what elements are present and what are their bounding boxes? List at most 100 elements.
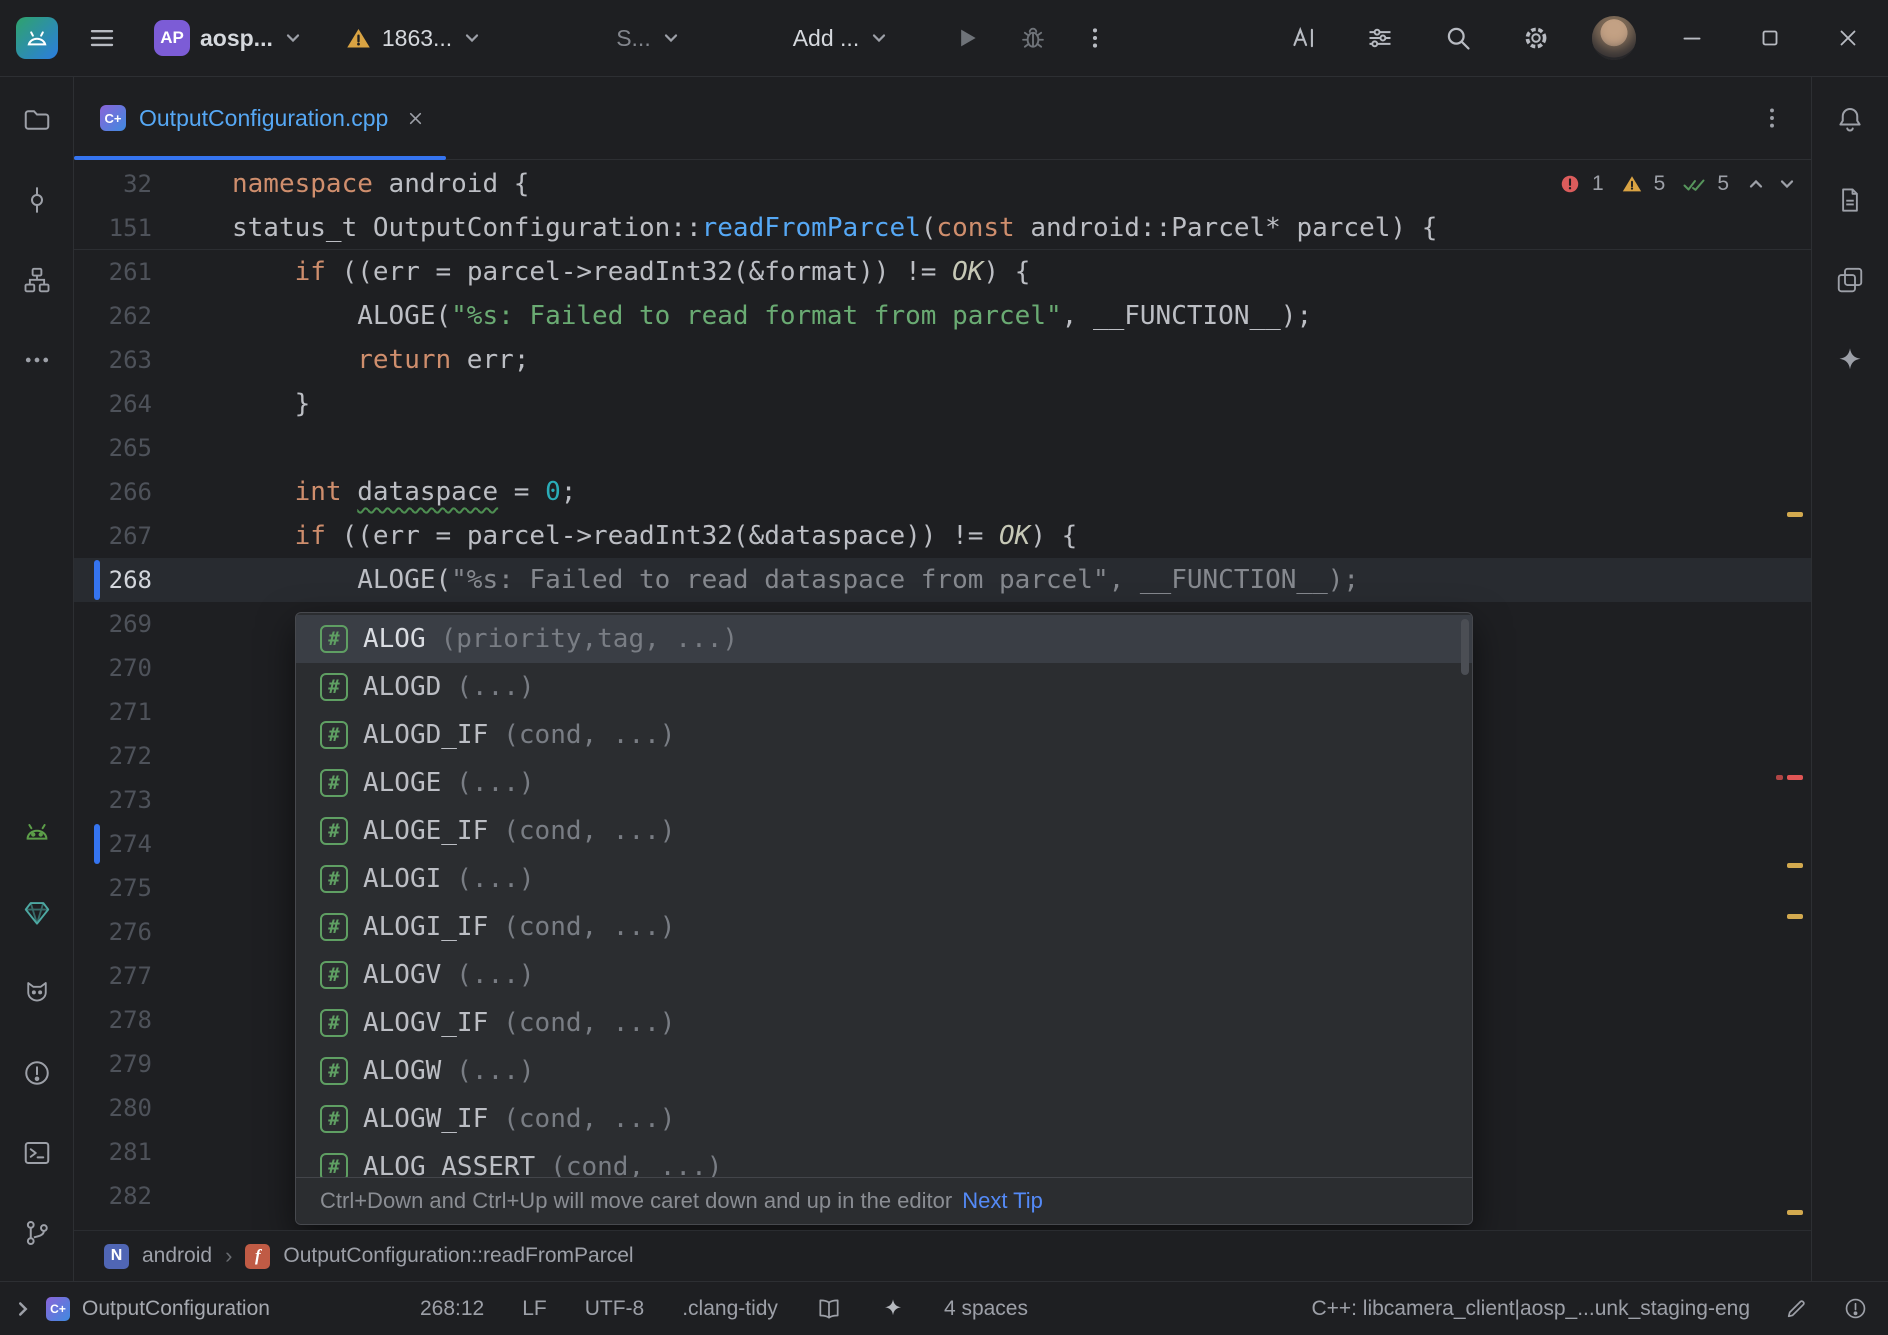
completion-item[interactable]: #ALOGI(...) — [296, 855, 1472, 903]
project-toolwindow-button[interactable] — [15, 98, 59, 142]
gutter[interactable]: 262 — [74, 294, 232, 338]
code-line[interactable]: 32namespace android { — [74, 162, 1811, 206]
code-line[interactable]: 151status_t OutputConfiguration::readFro… — [74, 206, 1811, 250]
code-line[interactable]: 261 if ((err = parcel->readInt32(&format… — [74, 250, 1811, 294]
gutter[interactable]: 265 — [74, 426, 232, 470]
settings-button[interactable] — [1514, 16, 1558, 60]
indent-indicator[interactable]: 4 spaces — [944, 1297, 1028, 1321]
gutter[interactable]: 280 — [74, 1086, 232, 1130]
chevron-up-icon[interactable] — [1746, 174, 1766, 194]
search-everywhere-button[interactable] — [1436, 16, 1480, 60]
completion-item[interactable]: #ALOGE(...) — [296, 759, 1472, 807]
gutter[interactable]: 270 — [74, 646, 232, 690]
caret-position[interactable]: 268:12 — [420, 1297, 484, 1321]
tab-close-icon[interactable] — [405, 108, 426, 129]
stripe-warning-mark[interactable] — [1787, 914, 1803, 919]
gutter[interactable]: 276 — [74, 910, 232, 954]
pencil-icon[interactable] — [1784, 1296, 1809, 1321]
run-button[interactable] — [945, 16, 989, 60]
stripe-error-mark[interactable] — [1787, 775, 1803, 780]
more-toolwindows-button[interactable] — [15, 338, 59, 382]
completion-item[interactable]: #ALOG_ASSERT(cond, ...) — [296, 1143, 1472, 1177]
project-widget[interactable]: AP aosp... — [146, 14, 311, 62]
minimize-button[interactable] — [1670, 16, 1714, 60]
popup-scrollbar[interactable] — [1461, 619, 1469, 675]
code-line[interactable]: 264 } — [74, 382, 1811, 426]
gutter[interactable]: 264 — [74, 382, 232, 426]
completion-item[interactable]: #ALOGD(...) — [296, 663, 1472, 711]
gutter[interactable]: 261 — [74, 250, 232, 294]
completion-item[interactable]: #ALOGD_IF(cond, ...) — [296, 711, 1472, 759]
android-toolwindow-button[interactable] — [15, 811, 59, 855]
main-menu-hamburger-icon[interactable] — [80, 16, 124, 60]
encoding-indicator[interactable]: UTF-8 — [585, 1297, 645, 1321]
alert-circle-icon[interactable] — [1843, 1296, 1868, 1321]
completion-item[interactable]: #ALOGI_IF(cond, ...) — [296, 903, 1472, 951]
gutter[interactable]: 279 — [74, 1042, 232, 1086]
tab-options-button[interactable] — [1759, 105, 1785, 131]
gem-toolwindow-button[interactable] — [15, 891, 59, 935]
code-line[interactable]: 266 int dataspace = 0; — [74, 470, 1811, 514]
problems-toolwindow-button[interactable] — [15, 1051, 59, 1095]
vcs-branch-widget[interactable]: 1863... — [337, 14, 490, 62]
gutter[interactable]: 267 — [74, 514, 232, 558]
gutter[interactable]: 32 — [74, 162, 232, 206]
code-editor[interactable]: 32namespace android {151status_t OutputC… — [74, 160, 1811, 1230]
notifications-button[interactable] — [1828, 98, 1872, 142]
logcat-toolwindow-button[interactable] — [15, 971, 59, 1015]
status-file-name[interactable]: OutputConfiguration — [82, 1297, 270, 1321]
gutter[interactable]: 273 — [74, 778, 232, 822]
gutter[interactable]: 281 — [74, 1130, 232, 1174]
structure-toolwindow-button[interactable] — [15, 258, 59, 302]
code-line[interactable]: 268 ALOGE("%s: Failed to read dataspace … — [74, 558, 1811, 602]
stripe-warning-mark[interactable] — [1787, 863, 1803, 868]
commit-toolwindow-button[interactable] — [15, 178, 59, 222]
maximize-button[interactable] — [1748, 16, 1792, 60]
code-line[interactable]: 267 if ((err = parcel->readInt32(&datasp… — [74, 514, 1811, 558]
gutter[interactable]: 271 — [74, 690, 232, 734]
breadcrumb-item-namespace[interactable]: android — [142, 1244, 212, 1268]
gutter[interactable]: 278 — [74, 998, 232, 1042]
gutter[interactable]: 266 — [74, 470, 232, 514]
version-control-toolwindow-button[interactable] — [15, 1211, 59, 1255]
gutter[interactable]: 268 — [74, 558, 232, 602]
ai-sparkle-icon[interactable] — [880, 1296, 906, 1322]
run-configuration-selector[interactable]: Add ... — [785, 14, 897, 62]
completion-item[interactable]: #ALOGE_IF(cond, ...) — [296, 807, 1472, 855]
completion-item[interactable]: #ALOGW(...) — [296, 1047, 1472, 1095]
code-line[interactable]: 265 — [74, 426, 1811, 470]
completion-item[interactable]: #ALOGV_IF(cond, ...) — [296, 999, 1472, 1047]
chevron-down-icon[interactable] — [1777, 174, 1797, 194]
reader-mode-book-icon[interactable] — [816, 1296, 842, 1322]
gutter[interactable]: 282 — [74, 1174, 232, 1218]
gutter[interactable]: 272 — [74, 734, 232, 778]
gutter[interactable]: 277 — [74, 954, 232, 998]
completion-item[interactable]: #ALOGV(...) — [296, 951, 1472, 999]
close-button[interactable] — [1826, 16, 1870, 60]
gutter[interactable]: 275 — [74, 866, 232, 910]
cpp-resolve-context[interactable]: C++: libcamera_client|aosp_...unk_stagin… — [1311, 1297, 1750, 1321]
code-line[interactable]: 263 return err; — [74, 338, 1811, 382]
gutter[interactable]: 263 — [74, 338, 232, 382]
more-actions-button[interactable] — [1073, 16, 1117, 60]
gemini-button[interactable] — [1828, 338, 1872, 382]
rename-refactor-button[interactable] — [1280, 16, 1324, 60]
gutter[interactable]: 269 — [74, 602, 232, 646]
completion-item[interactable]: #ALOG(priority,tag, ...) — [296, 615, 1472, 663]
line-ending-indicator[interactable]: LF — [522, 1297, 547, 1321]
inspections-widget[interactable]: 1 5 5 — [1559, 172, 1797, 196]
user-avatar[interactable] — [1592, 16, 1636, 60]
running-devices-button[interactable] — [1828, 258, 1872, 302]
device-manager-button[interactable] — [1828, 178, 1872, 222]
stripe-error-mark[interactable] — [1776, 775, 1783, 780]
tab-outputconfiguration-cpp[interactable]: C+ OutputConfiguration.cpp — [74, 77, 446, 159]
filter-settings-button[interactable] — [1358, 16, 1402, 60]
breadcrumb-item-function[interactable]: OutputConfiguration::readFromParcel — [283, 1244, 633, 1268]
device-selector[interactable]: S... — [608, 14, 689, 62]
clang-tidy-indicator[interactable]: .clang-tidy — [682, 1297, 778, 1321]
debug-button[interactable] — [1011, 16, 1055, 60]
stripe-warning-mark[interactable] — [1787, 1210, 1803, 1215]
completion-item[interactable]: #ALOGW_IF(cond, ...) — [296, 1095, 1472, 1143]
stripe-warning-mark[interactable] — [1787, 512, 1803, 517]
gutter[interactable]: 274 — [74, 822, 232, 866]
